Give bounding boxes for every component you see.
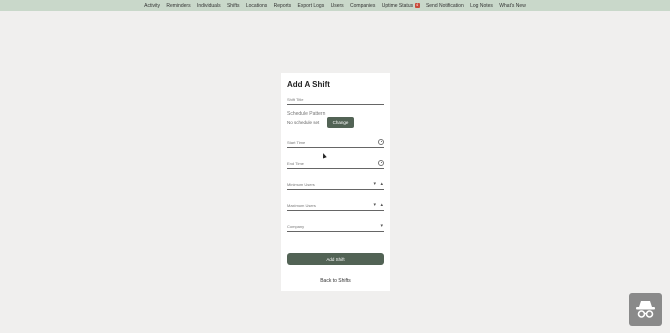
spinner-up-icon[interactable]: ▴	[380, 182, 383, 187]
add-shift-button[interactable]: Add Shift	[287, 253, 384, 265]
nav-reports[interactable]: Reports	[274, 3, 292, 9]
maximum-users-placeholder: Maximum Users	[287, 203, 316, 208]
back-to-shifts-link[interactable]: Back to Shifts	[281, 278, 390, 284]
spinner-down-icon[interactable]: ▾	[373, 182, 376, 187]
schedule-pattern-value: No schedule set	[287, 120, 320, 125]
start-time-field[interactable]: Start Time	[287, 138, 384, 148]
nav-uptime-status-label: Uptime Status	[381, 2, 414, 9]
nav-log-notes[interactable]: Log Notes	[470, 3, 493, 9]
change-schedule-button[interactable]: Change	[327, 117, 354, 128]
spinner-up-icon[interactable]: ▴	[380, 203, 383, 208]
maximum-users-field[interactable]: Maximum Users ▾ ▴	[287, 201, 384, 211]
nav-activity[interactable]: Activity	[144, 3, 160, 9]
end-time-placeholder: End Time	[287, 161, 304, 166]
nav-whats-new[interactable]: What's New	[499, 3, 526, 9]
nav-reminders[interactable]: Reminders	[166, 3, 190, 9]
minimum-users-placeholder: Minimum Users	[287, 182, 315, 187]
schedule-pattern-label: Schedule Pattern	[287, 111, 326, 117]
company-placeholder: Company	[287, 224, 305, 229]
start-time-placeholder: Start Time	[287, 140, 306, 145]
nav-companies[interactable]: Companies	[350, 3, 375, 9]
page-title: Add A Shift	[287, 80, 330, 89]
top-navigation: Activity Reminders Individuals Shifts Lo…	[0, 0, 670, 11]
chevron-down-icon[interactable]: ▾	[380, 224, 383, 229]
nav-uptime-status[interactable]: Uptime Status 4	[382, 3, 420, 9]
minimum-users-field[interactable]: Minimum Users ▾ ▴	[287, 180, 384, 190]
nav-individuals[interactable]: Individuals	[197, 3, 221, 9]
clock-icon[interactable]	[378, 160, 384, 166]
nav-export-logs[interactable]: Export Logs	[298, 3, 325, 9]
spinner-down-icon[interactable]: ▾	[373, 203, 376, 208]
shift-title-field[interactable]: Shift Title	[287, 95, 384, 105]
nav-send-notification[interactable]: Send Notification	[426, 3, 464, 9]
nav-shifts[interactable]: Shifts	[227, 3, 240, 9]
incognito-icon	[636, 301, 655, 318]
clock-icon[interactable]	[378, 139, 384, 145]
nav-locations[interactable]: Locations	[246, 3, 267, 9]
incognito-button[interactable]	[629, 293, 662, 326]
uptime-status-badge: 4	[414, 3, 420, 8]
end-time-field[interactable]: End Time	[287, 159, 384, 169]
company-select[interactable]: Company ▾	[287, 222, 384, 232]
shift-title-placeholder: Shift Title	[287, 97, 304, 102]
add-shift-card: Add A Shift Shift Title Schedule Pattern…	[281, 73, 390, 291]
nav-users[interactable]: Users	[331, 3, 344, 9]
